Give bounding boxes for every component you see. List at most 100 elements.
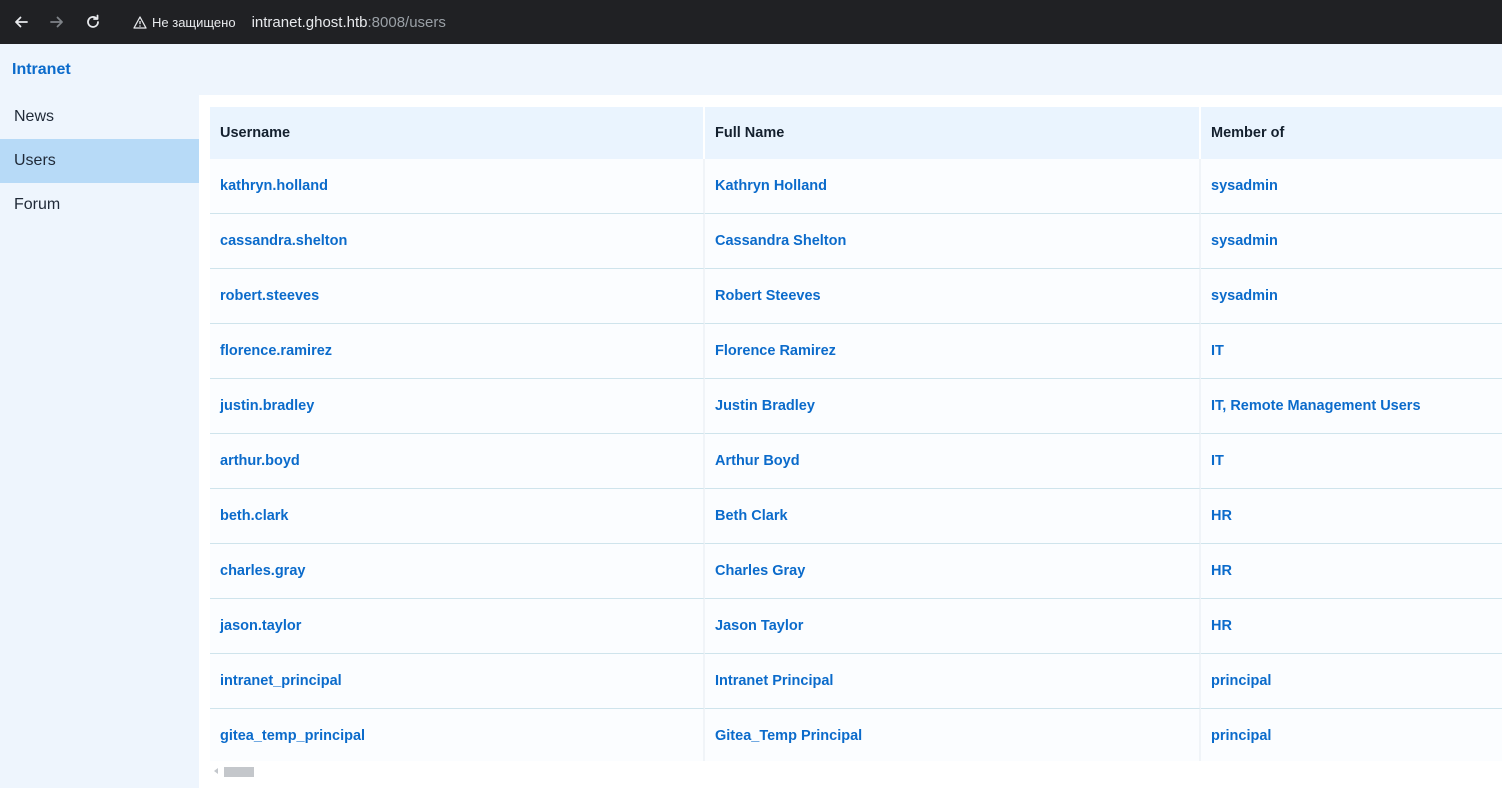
table-row: justin.bradley Justin Bradley IT, Remote… (210, 379, 1502, 434)
cell-username: florence.ramirez (210, 324, 705, 379)
cell-username: cassandra.shelton (210, 214, 705, 269)
sidebar: News Users Forum (0, 95, 199, 227)
cell-member-of: principal (1201, 654, 1502, 709)
url-host: intranet.ghost.htb (251, 13, 368, 31)
cell-member-of: IT (1201, 434, 1502, 489)
full-name-link[interactable]: Kathryn Holland (715, 178, 827, 194)
group-link[interactable]: HR (1211, 563, 1232, 579)
brand-logo[interactable]: Intranet (12, 61, 71, 79)
security-label: Не защищено (152, 14, 236, 30)
full-name-link[interactable]: Beth Clark (715, 508, 788, 524)
table-row: charles.gray Charles Gray HR (210, 544, 1502, 599)
column-header-username: Username (210, 107, 705, 159)
username-link[interactable]: arthur.boyd (220, 453, 300, 469)
cell-username: justin.bradley (210, 379, 705, 434)
cell-full-name: Jason Taylor (705, 599, 1201, 654)
intranet-app: Intranet News Users Forum Username Full … (0, 44, 1502, 788)
table-row: arthur.boyd Arthur Boyd IT (210, 434, 1502, 489)
username-link[interactable]: beth.clark (220, 508, 289, 524)
column-header-member-of: Member of (1201, 107, 1502, 159)
group-link[interactable]: IT (1211, 343, 1224, 359)
cell-full-name: Cassandra Shelton (705, 214, 1201, 269)
cell-member-of: sysadmin (1201, 214, 1502, 269)
cell-member-of: HR (1201, 599, 1502, 654)
users-table: Username Full Name Member of kathryn.hol… (210, 107, 1502, 761)
table-row: gitea_temp_principal Gitea_Temp Principa… (210, 709, 1502, 761)
scrollbar-thumb[interactable] (224, 767, 254, 777)
username-link[interactable]: kathryn.holland (220, 178, 328, 194)
group-link[interactable]: IT, Remote Management Users (1211, 398, 1421, 414)
reload-icon (87, 14, 99, 28)
full-name-link[interactable]: Robert Steeves (715, 288, 821, 304)
cell-full-name: Justin Bradley (705, 379, 1201, 434)
scroll-left-arrow-icon[interactable] (214, 768, 218, 774)
table-header-row: Username Full Name Member of (210, 107, 1502, 159)
group-link[interactable]: sysadmin (1211, 178, 1278, 194)
group-link[interactable]: principal (1211, 728, 1271, 744)
cell-username: arthur.boyd (210, 434, 705, 489)
column-header-full-name: Full Name (705, 107, 1201, 159)
cell-username: gitea_temp_principal (210, 709, 705, 761)
full-name-link[interactable]: Charles Gray (715, 563, 805, 579)
table-row: cassandra.shelton Cassandra Shelton sysa… (210, 214, 1502, 269)
username-link[interactable]: justin.bradley (220, 398, 314, 414)
back-button[interactable] (3, 4, 39, 40)
group-link[interactable]: IT (1211, 453, 1224, 469)
cell-full-name: Gitea_Temp Principal (705, 709, 1201, 761)
cell-username: robert.steeves (210, 269, 705, 324)
cell-full-name: Beth Clark (705, 489, 1201, 544)
group-link[interactable]: HR (1211, 508, 1232, 524)
arrow-right-icon (50, 16, 63, 28)
cell-member-of: principal (1201, 709, 1502, 761)
username-link[interactable]: robert.steeves (220, 288, 319, 304)
table-row: kathryn.holland Kathryn Holland sysadmin (210, 159, 1502, 214)
username-link[interactable]: gitea_temp_principal (220, 728, 365, 744)
group-link[interactable]: sysadmin (1211, 233, 1278, 249)
cell-full-name: Intranet Principal (705, 654, 1201, 709)
reload-button[interactable] (75, 4, 111, 40)
full-name-link[interactable]: Cassandra Shelton (715, 233, 846, 249)
security-indicator[interactable]: Не защищено (133, 15, 236, 30)
cell-member-of: HR (1201, 489, 1502, 544)
cell-full-name: Charles Gray (705, 544, 1201, 599)
sidebar-item-forum[interactable]: Forum (0, 183, 199, 227)
table-row: florence.ramirez Florence Ramirez IT (210, 324, 1502, 379)
full-name-link[interactable]: Intranet Principal (715, 673, 833, 689)
users-table-container[interactable]: Username Full Name Member of kathryn.hol… (210, 107, 1502, 761)
cell-full-name: Florence Ramirez (705, 324, 1201, 379)
full-name-link[interactable]: Gitea_Temp Principal (715, 728, 862, 744)
group-link[interactable]: HR (1211, 618, 1232, 634)
cell-member-of: IT, Remote Management Users (1201, 379, 1502, 434)
cell-member-of: sysadmin (1201, 269, 1502, 324)
full-name-link[interactable]: Arthur Boyd (715, 453, 800, 469)
username-link[interactable]: intranet_principal (220, 673, 342, 689)
table-row: beth.clark Beth Clark HR (210, 489, 1502, 544)
main-content: Username Full Name Member of kathryn.hol… (199, 95, 1502, 788)
group-link[interactable]: principal (1211, 673, 1271, 689)
cell-member-of: sysadmin (1201, 159, 1502, 214)
address-bar[interactable]: Не защищено intranet.ghost.htb:8008/user… (133, 6, 446, 38)
full-name-link[interactable]: Justin Bradley (715, 398, 815, 414)
username-link[interactable]: charles.gray (220, 563, 305, 579)
username-link[interactable]: cassandra.shelton (220, 233, 347, 249)
username-link[interactable]: florence.ramirez (220, 343, 332, 359)
username-link[interactable]: jason.taylor (220, 618, 301, 634)
full-name-link[interactable]: Florence Ramirez (715, 343, 836, 359)
warning-triangle-icon (133, 15, 147, 29)
cell-username: charles.gray (210, 544, 705, 599)
cell-member-of: IT (1201, 324, 1502, 379)
arrow-left-icon (15, 16, 28, 28)
sidebar-item-news[interactable]: News (0, 95, 199, 139)
table-row: intranet_principal Intranet Principal pr… (210, 654, 1502, 709)
cell-username: intranet_principal (210, 654, 705, 709)
url-path: :8008/users (367, 13, 446, 31)
cell-full-name: Arthur Boyd (705, 434, 1201, 489)
group-link[interactable]: sysadmin (1211, 288, 1278, 304)
horizontal-scrollbar[interactable] (210, 765, 1502, 777)
cell-full-name: Kathryn Holland (705, 159, 1201, 214)
forward-button[interactable] (39, 4, 75, 40)
full-name-link[interactable]: Jason Taylor (715, 618, 803, 634)
sidebar-item-users[interactable]: Users (0, 139, 199, 183)
cell-full-name: Robert Steeves (705, 269, 1201, 324)
cell-username: beth.clark (210, 489, 705, 544)
